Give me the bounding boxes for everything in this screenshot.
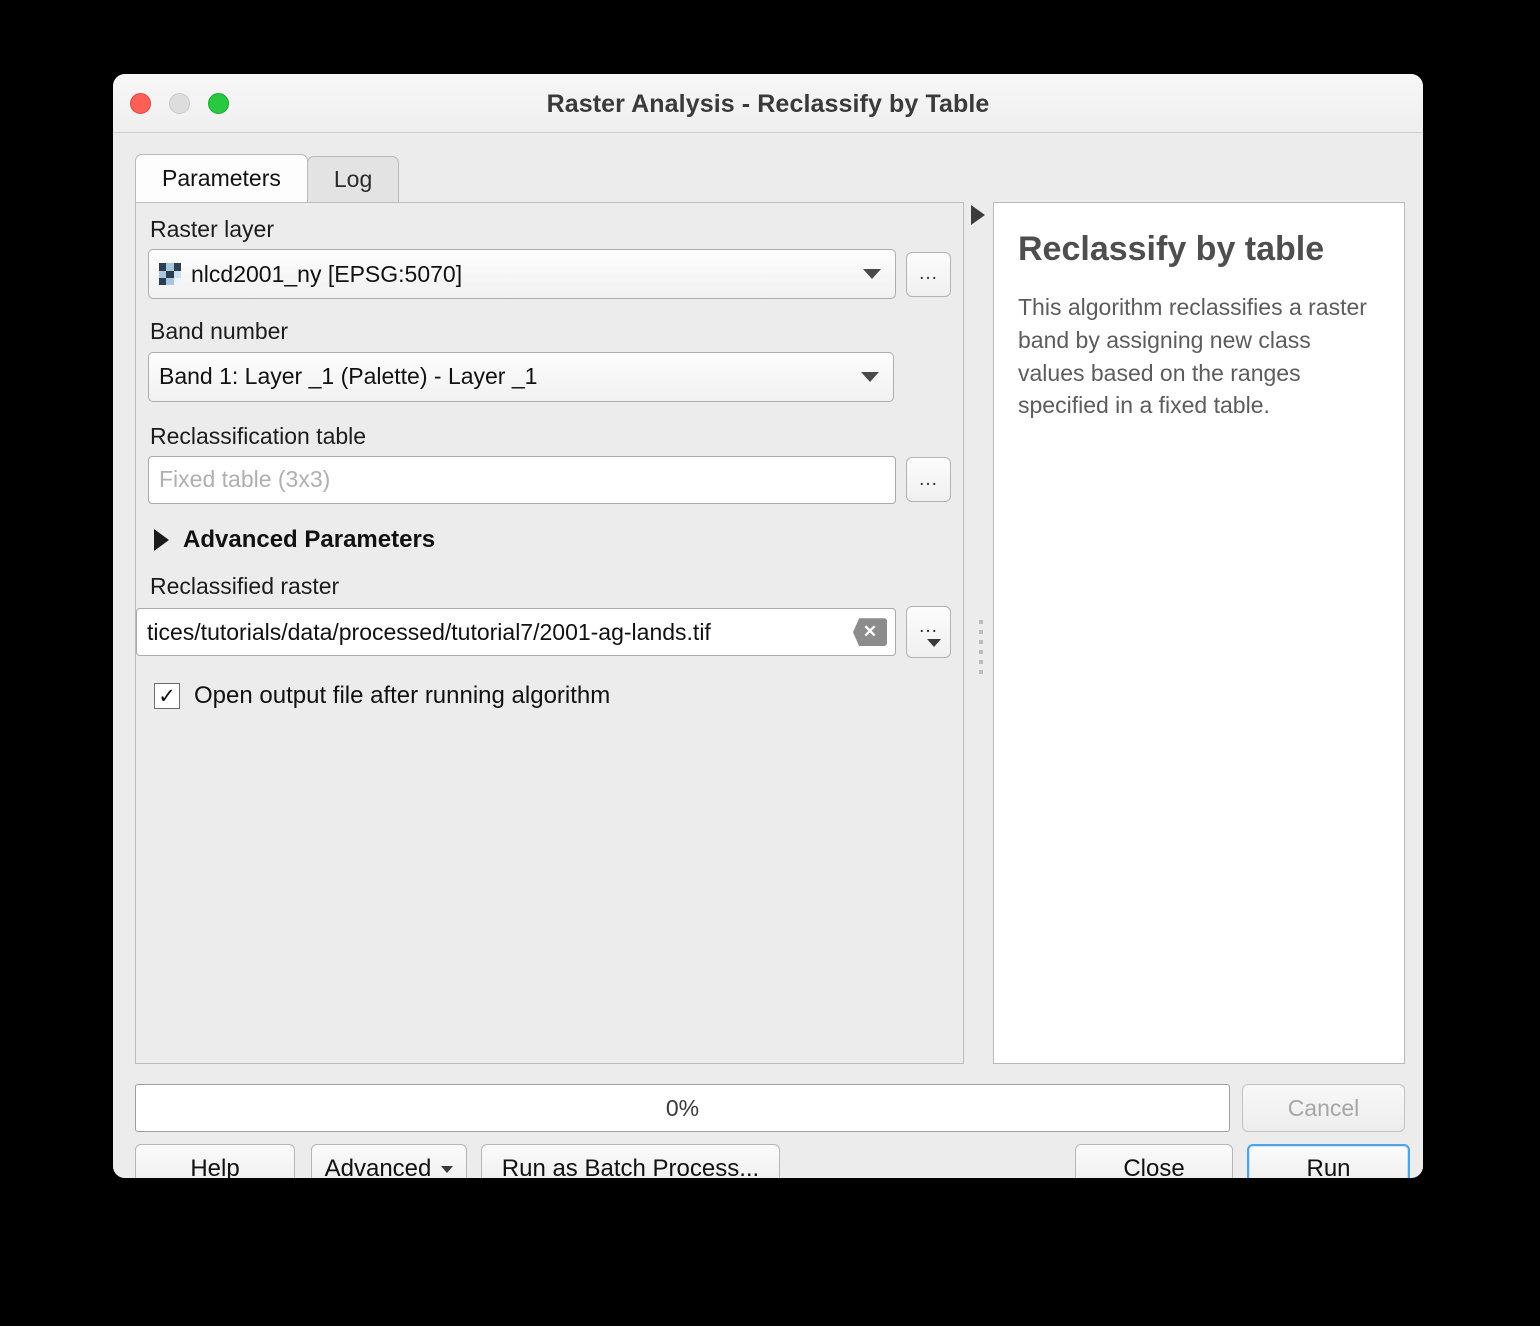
progress-value: 0%: [665, 1094, 700, 1121]
raster-layer-value: nlcd2001_ny [EPSG:5070]: [191, 260, 463, 287]
raster-layer-icon: [159, 263, 181, 286]
tab-parameters[interactable]: Parameters: [135, 154, 308, 202]
tab-parameters-label: Parameters: [162, 165, 281, 191]
band-number-value: Band 1: Layer _1 (Palette) - Layer _1: [159, 363, 538, 390]
triangle-right-icon: [154, 528, 169, 551]
advanced-parameters-label: Advanced Parameters: [183, 525, 436, 553]
splitter-grip-icon[interactable]: [979, 620, 983, 674]
reclassification-table-input[interactable]: Fixed table (3x3): [148, 455, 896, 504]
chevron-down-icon: [863, 269, 881, 280]
reclassification-table-placeholder: Fixed table (3x3): [159, 466, 331, 493]
raster-layer-row: nlcd2001_ny [EPSG:5070] ...: [148, 249, 951, 300]
help-button[interactable]: Help: [135, 1144, 295, 1178]
help-title: Reclassify by table: [1018, 230, 1325, 268]
collapse-panel-arrow-icon[interactable]: [971, 205, 985, 225]
band-number-row: Band 1: Layer _1 (Palette) - Layer _1: [148, 351, 951, 402]
ellipsis-icon: ...: [919, 263, 938, 285]
band-number-label: Band number: [150, 318, 289, 345]
close-button[interactable]: Close: [1075, 1144, 1233, 1178]
run-button[interactable]: Run: [1247, 1144, 1410, 1178]
reclassification-table-browse-button[interactable]: ...: [906, 457, 951, 503]
ellipsis-icon: ...: [919, 468, 938, 490]
progress-bar: 0%: [135, 1084, 1230, 1132]
cancel-button[interactable]: Cancel: [1242, 1084, 1405, 1132]
help-button-label: Help: [190, 1155, 240, 1178]
ellipsis-icon: ...: [919, 615, 938, 637]
tab-bar: Parameters Log: [135, 154, 400, 202]
window-title: Raster Analysis - Reclassify by Table: [546, 90, 990, 118]
clear-icon[interactable]: ✕: [853, 618, 887, 647]
title-bar: Raster Analysis - Reclassify by Table: [113, 74, 1423, 133]
panel-splitter[interactable]: [967, 202, 995, 1064]
progress-row: 0% Cancel: [135, 1084, 1405, 1132]
chevron-down-icon: [441, 1165, 454, 1173]
raster-layer-browse-button[interactable]: ...: [906, 251, 951, 297]
dialog-window: Raster Analysis - Reclassify by Table Pa…: [113, 74, 1423, 1178]
open-output-label: Open output file after running algorithm: [194, 682, 611, 710]
reclassification-table-row: Fixed table (3x3) ...: [148, 455, 951, 504]
advanced-button-label: Advanced: [324, 1155, 432, 1178]
tab-log[interactable]: Log: [306, 156, 400, 202]
reclassified-raster-input[interactable]: tices/tutorials/data/processed/tutorial7…: [136, 608, 896, 657]
reclassified-raster-browse-button[interactable]: ...: [906, 606, 951, 659]
chevron-down-icon: [861, 371, 879, 382]
help-panel: Reclassify by table This algorithm recla…: [993, 202, 1405, 1064]
parameters-panel: Raster layer nlcd2001_ny [EPSG:5070] ...…: [135, 202, 964, 1064]
chevron-down-icon: [926, 638, 941, 647]
cancel-button-label: Cancel: [1287, 1094, 1360, 1121]
close-button-label: Close: [1123, 1155, 1185, 1178]
run-button-label: Run: [1306, 1155, 1351, 1178]
raster-layer-combo[interactable]: nlcd2001_ny [EPSG:5070]: [148, 249, 896, 300]
reclassified-raster-row: tices/tutorials/data/processed/tutorial7…: [136, 606, 951, 659]
help-description: This algorithm reclassifies a raster ban…: [1018, 294, 1367, 419]
reclassified-raster-value: tices/tutorials/data/processed/tutorial7…: [147, 618, 711, 645]
button-row: Help Advanced Run as Batch Process... Cl…: [135, 1144, 1410, 1178]
reclassified-raster-label: Reclassified raster: [150, 572, 340, 599]
advanced-parameters-toggle[interactable]: Advanced Parameters: [154, 526, 951, 554]
band-number-combo[interactable]: Band 1: Layer _1 (Palette) - Layer _1: [148, 351, 894, 402]
advanced-button[interactable]: Advanced: [311, 1144, 467, 1178]
raster-layer-label: Raster layer: [150, 216, 274, 242]
run-as-batch-button-label: Run as Batch Process...: [501, 1155, 760, 1178]
tab-log-label: Log: [333, 166, 373, 192]
run-as-batch-button[interactable]: Run as Batch Process...: [481, 1144, 780, 1178]
open-output-checkbox[interactable]: ✓: [154, 683, 180, 710]
reclassification-table-label: Reclassification table: [150, 422, 367, 449]
open-output-row[interactable]: ✓ Open output file after running algorit…: [154, 682, 951, 710]
